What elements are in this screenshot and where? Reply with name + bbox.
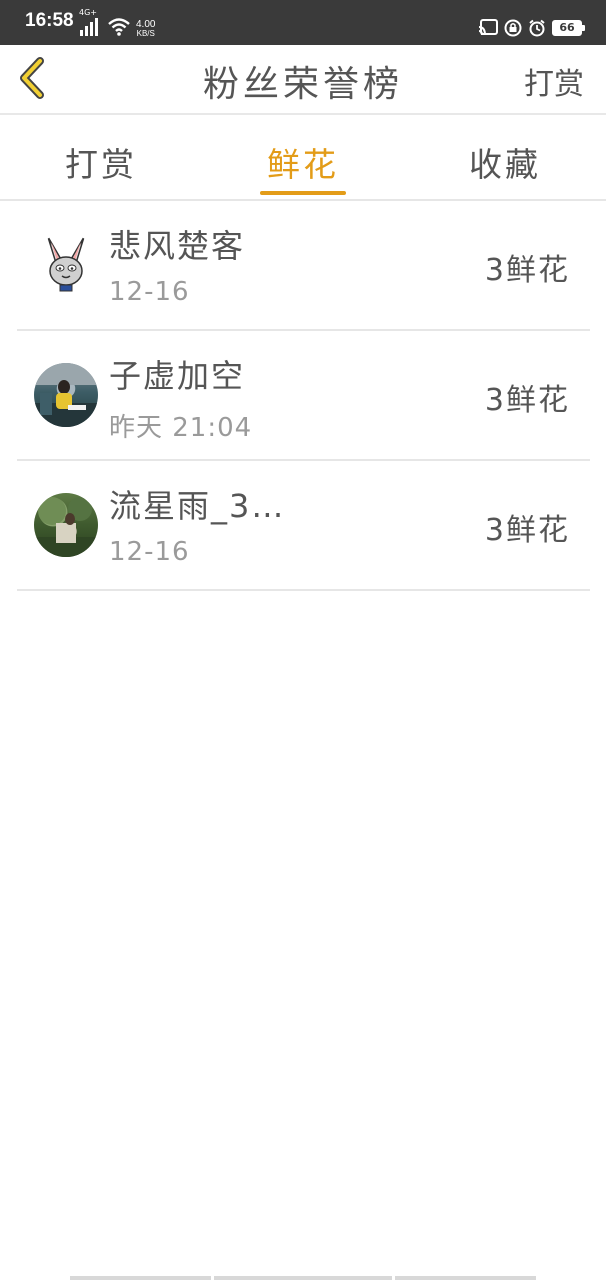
tab-collect-label: 收藏 [469, 145, 541, 184]
photo-avatar-icon [34, 363, 98, 427]
fan-list: 悲风楚客 12-16 3鲜花 子虚加空 昨天 21:04 3鲜花 流星雨_3… … [17, 201, 590, 591]
nav-handle-right [395, 1276, 536, 1280]
alarm-icon [529, 19, 545, 37]
speed-unit: KB/S [136, 29, 155, 38]
battery-indicator: 66 [552, 20, 585, 36]
fan-time: 12-16 [109, 537, 190, 567]
flower-amount: 3鲜花 [484, 383, 570, 418]
status-bar: 16:58 4G+ 4.00 KB/S 66 [0, 0, 606, 45]
app-header: 粉丝荣誉榜 打赏 [0, 45, 606, 113]
speed-value: 4.00 [136, 19, 156, 30]
list-item[interactable]: 流星雨_3… 12-16 3鲜花 [17, 461, 590, 591]
fan-name: 流星雨_3… [109, 487, 286, 525]
photo-avatar-icon [34, 497, 98, 557]
flower-amount: 3鲜花 [484, 513, 570, 548]
list-item[interactable]: 悲风楚客 12-16 3鲜花 [17, 201, 590, 331]
wifi-icon [108, 18, 130, 36]
reward-button[interactable]: 打赏 [524, 59, 584, 103]
cast-icon [478, 19, 498, 36]
nav-handle-left [70, 1276, 211, 1280]
list-item[interactable]: 子虚加空 昨天 21:04 3鲜花 [17, 331, 590, 461]
tab-bar: 打赏 鲜花 收藏 [0, 115, 606, 199]
active-tab-indicator [260, 191, 346, 195]
avatar[interactable] [34, 493, 98, 557]
signal-icon [80, 18, 98, 36]
rabbit-avatar-icon [47, 236, 85, 292]
page-title: 粉丝荣誉榜 [202, 64, 403, 105]
flower-amount: 3鲜花 [484, 253, 570, 288]
tab-collect[interactable]: 收藏 [404, 115, 606, 199]
status-time: 16:58 [25, 10, 74, 31]
tab-flowers[interactable]: 鲜花 [202, 115, 404, 199]
tab-reward[interactable]: 打赏 [0, 115, 202, 199]
tab-reward-label: 打赏 [65, 145, 137, 184]
tab-flowers-label: 鲜花 [267, 145, 339, 184]
avatar[interactable] [34, 363, 98, 427]
battery-level: 66 [559, 21, 575, 34]
network-speed: 4.00 KB/S [136, 19, 156, 39]
lock-rotation-icon [504, 19, 522, 37]
fan-time: 12-16 [109, 277, 190, 307]
network-type: 4G+ [79, 8, 97, 17]
nav-handle-center [214, 1276, 392, 1280]
fan-name: 子虚加空 [109, 357, 246, 395]
avatar[interactable] [34, 233, 98, 297]
fan-name: 悲风楚客 [109, 227, 246, 265]
status-icons: 66 [478, 19, 585, 37]
fan-time: 昨天 21:04 [109, 413, 253, 443]
